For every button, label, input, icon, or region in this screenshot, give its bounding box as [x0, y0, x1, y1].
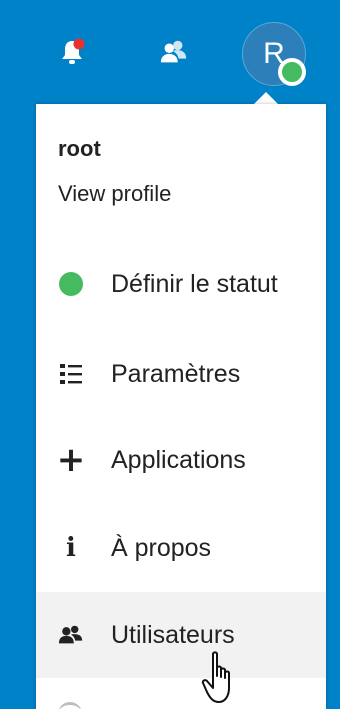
user-menu-avatar-button[interactable]: R	[242, 22, 306, 86]
profile-link[interactable]: root View profile	[36, 134, 326, 209]
menu-item-label: Définir le statut	[111, 269, 278, 298]
settings-list-icon	[58, 361, 84, 387]
screen: R root View profile Définir le statut Pa…	[0, 0, 340, 709]
header-right-background	[326, 0, 340, 709]
menu-item-about[interactable]: i À propos	[36, 505, 326, 591]
menu-item-settings[interactable]: Paramètres	[36, 331, 326, 417]
user-dropdown-menu: root View profile Définir le statut Para…	[36, 104, 326, 709]
hand-pointer-cursor-icon	[201, 651, 230, 703]
menu-item-applications[interactable]: + Applications	[36, 417, 326, 503]
status-dot-icon	[58, 271, 84, 297]
info-icon: i	[66, 533, 76, 563]
contacts-button[interactable]	[158, 36, 190, 68]
profile-username: root	[58, 136, 101, 161]
next-menu-item-icon-partial	[58, 702, 82, 709]
menu-item-set-status[interactable]: Définir le statut	[36, 241, 326, 327]
notifications-button[interactable]	[56, 36, 88, 68]
header-left-background	[0, 0, 36, 709]
notifications-bell-icon	[62, 38, 85, 64]
view-profile-label: View profile	[58, 181, 172, 206]
menu-item-label: Utilisateurs	[111, 620, 235, 649]
plus-icon: +	[56, 440, 86, 480]
menu-item-users[interactable]: Utilisateurs	[36, 592, 326, 678]
menu-item-label: Paramètres	[111, 359, 241, 388]
contacts-icon	[160, 40, 187, 63]
menu-item-label: Applications	[111, 445, 246, 474]
avatar-status-indicator	[278, 58, 306, 86]
menu-item-label: À propos	[111, 533, 212, 562]
users-icon	[58, 622, 84, 648]
